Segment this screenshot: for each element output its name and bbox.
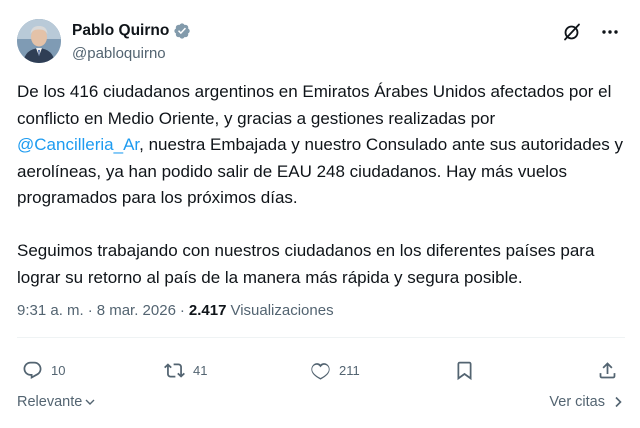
reply-count: 10 bbox=[51, 362, 66, 378]
verified-badge-icon bbox=[173, 22, 191, 40]
share-button[interactable] bbox=[597, 356, 618, 384]
bookmark-icon bbox=[457, 361, 472, 380]
post-paragraph-2: Seguimos trabajando con nuestros ciudada… bbox=[17, 241, 595, 287]
post-paragraph-1: De los 416 ciudadanos argentinos en Emir… bbox=[17, 79, 625, 212]
chevron-down-icon bbox=[85, 399, 95, 405]
mention-link[interactable]: @Cancilleria_Ar bbox=[17, 135, 139, 154]
sort-label: Relevante bbox=[17, 394, 83, 410]
more-icon[interactable] bbox=[600, 22, 620, 42]
meta-separator: · bbox=[179, 302, 185, 319]
repost-icon bbox=[164, 362, 185, 378]
author-block: Pablo Quirno @pabloquirno bbox=[72, 21, 191, 62]
like-icon bbox=[311, 362, 330, 380]
avatar[interactable] bbox=[17, 19, 61, 63]
views-count[interactable]: 2.417 bbox=[189, 302, 227, 319]
replies-controls: Relevante Ver citas bbox=[17, 394, 625, 416]
post-meta: 9:31 a. m. · 8 mar. 2026 · 2.417 Visuali… bbox=[17, 302, 334, 319]
repost-button[interactable]: 41 bbox=[164, 356, 207, 384]
views-label[interactable]: Visualizaciones bbox=[230, 302, 333, 319]
chevron-right-icon bbox=[615, 396, 622, 408]
see-quotes-label: Ver citas bbox=[549, 394, 605, 410]
repost-count: 41 bbox=[193, 362, 208, 378]
divider bbox=[17, 337, 625, 338]
author-handle[interactable]: @pabloquirno bbox=[72, 45, 191, 62]
reply-icon bbox=[23, 361, 42, 379]
bookmark-button[interactable] bbox=[454, 356, 475, 384]
reply-button[interactable]: 10 bbox=[22, 356, 65, 384]
like-button[interactable]: 211 bbox=[310, 356, 360, 384]
grok-icon[interactable] bbox=[562, 22, 582, 42]
meta-separator: · bbox=[87, 302, 93, 319]
post-top-actions bbox=[562, 22, 620, 42]
post-card: Pablo Quirno @pabloquirno De los 416 ciu… bbox=[0, 0, 640, 428]
post-text: De los 416 ciudadanos argentinos en Emir… bbox=[17, 79, 625, 291]
see-quotes-link[interactable]: Ver citas bbox=[549, 394, 625, 410]
author-name[interactable]: Pablo Quirno bbox=[72, 22, 169, 40]
like-count: 211 bbox=[339, 362, 360, 378]
post-text-part-1: De los 416 ciudadanos argentinos en Emir… bbox=[17, 82, 612, 128]
share-icon bbox=[599, 361, 616, 378]
action-bar: 10 41 211 bbox=[0, 356, 640, 384]
post-time[interactable]: 9:31 a. m. bbox=[17, 302, 84, 319]
post-date[interactable]: 8 mar. 2026 bbox=[97, 302, 176, 319]
sort-dropdown[interactable]: Relevante bbox=[17, 394, 96, 410]
